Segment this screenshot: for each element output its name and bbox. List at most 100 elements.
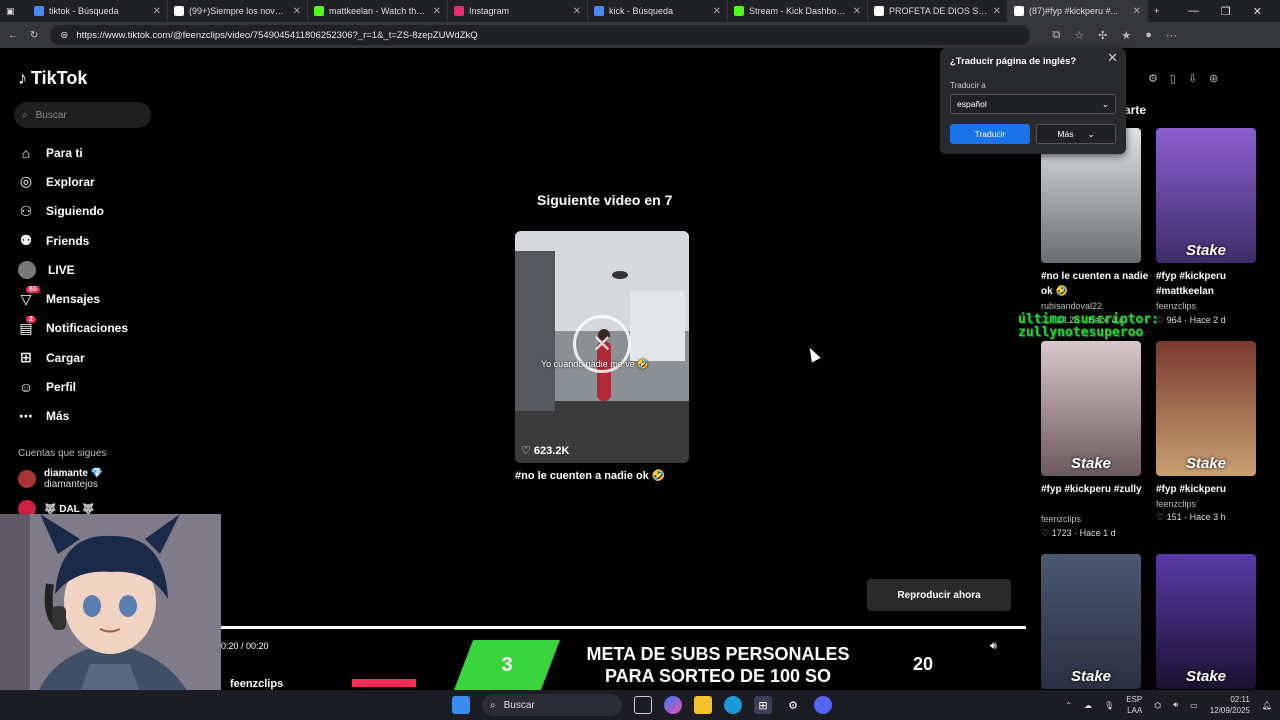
next-video-countdown: Siguiente video en 7 <box>537 192 673 208</box>
gear-icon[interactable]: ⚙ <box>1148 72 1158 85</box>
related-video-author[interactable]: feenzclips <box>1041 514 1081 524</box>
notifications-icon: ▤ <box>19 319 33 336</box>
site-info-icon[interactable]: ⊜ <box>60 30 68 41</box>
sidebar-item-mas[interactable]: ⋯ Más <box>18 402 148 431</box>
url-field[interactable]: ⊜ https://www.tiktok.com/@feenzclips/vid… <box>50 25 1031 45</box>
phone-icon[interactable]: ▯ <box>1170 72 1176 85</box>
store-icon[interactable]: ⊞ <box>754 696 772 714</box>
browser-tab-0[interactable]: tiktok - Búsqueda ✕ <box>28 0 168 22</box>
tab-close-icon[interactable]: ✕ <box>573 6 581 17</box>
profile-avatar-icon[interactable]: ● <box>1145 29 1152 42</box>
sidebar-item-perfil[interactable]: ☺ Perfil <box>18 372 148 401</box>
related-video-thumbnail-2[interactable]: Stake <box>1041 341 1141 476</box>
tab-close-icon[interactable]: ✕ <box>153 6 161 17</box>
sidebar-item-friends[interactable]: ⚉ Friends <box>18 226 148 255</box>
related-video-thumbnail-1[interactable]: Stake <box>1156 128 1256 263</box>
related-video-thumbnail-5[interactable]: Stake <box>1156 554 1256 689</box>
search-input[interactable]: ⌕ Buscar <box>14 102 151 128</box>
browser-tab-1[interactable]: (99+)Siempre los novelero... ✕ <box>168 0 308 22</box>
network-icon[interactable]: ⌬ <box>1154 701 1161 710</box>
next-video-caption[interactable]: #no le cuenten a nadie ok 🤣 <box>515 469 666 482</box>
file-explorer-icon[interactable] <box>694 696 712 714</box>
browser-tab-7[interactable]: (87)#fyp #kickperu #... ✕ <box>1008 0 1148 22</box>
follow-strip[interactable] <box>352 679 416 687</box>
translate-button[interactable]: Traducir <box>950 124 1030 144</box>
extensions-icon[interactable]: ✣ <box>1098 29 1107 42</box>
volume-icon[interactable]: 🔊︎ <box>1173 700 1178 710</box>
reload-icon[interactable]: ↻ <box>30 30 38 41</box>
sidebar-item-explorar[interactable]: ◎ Explorar <box>18 167 148 196</box>
sidebar-item-para-ti[interactable]: ⌂ Para ti <box>18 138 148 167</box>
sidebar-item-notificaciones[interactable]: ▤ 2 Notificaciones <box>18 314 148 343</box>
play-now-button[interactable]: Reproducir ahora <box>867 579 1011 611</box>
browser-tab-4[interactable]: kick - Búsqueda ✕ <box>588 0 728 22</box>
tab-title: mattkeelan - Watch the VO... <box>329 6 428 16</box>
target-icon[interactable]: ⊛ <box>1209 72 1218 85</box>
favorites-icon[interactable]: ★ <box>1121 29 1131 42</box>
related-video-stats: ♡ 151 · Hace 3 h <box>1156 512 1226 522</box>
following-section-title: Cuentas que sigues <box>18 448 107 459</box>
volume-icon[interactable]: 🔊︎ <box>990 640 997 653</box>
browser-tab-2[interactable]: mattkeelan - Watch the VO... ✕ <box>308 0 448 22</box>
following-account-0[interactable]: diamante 💎 diamantejos <box>18 468 103 490</box>
video-progress-bar[interactable] <box>221 626 1026 629</box>
window-menu-button[interactable]: ▣ <box>0 0 28 22</box>
windows-start-icon[interactable] <box>452 696 470 714</box>
tab-close-icon[interactable]: ✕ <box>433 6 441 17</box>
sidebar-item-siguiendo[interactable]: ⚇ Siguiendo <box>18 197 148 226</box>
next-video-thumbnail[interactable]: ✕ Yo cuando nadie me ve 🤣 ♡ 623.2K <box>515 231 689 463</box>
browser-tab-3[interactable]: Instagram ✕ <box>448 0 588 22</box>
related-video-author[interactable]: feenzclips <box>1156 499 1196 509</box>
close-icon[interactable]: ✕ <box>1107 50 1118 66</box>
tab-close-icon[interactable]: ✕ <box>853 6 861 17</box>
notifications-bell-icon[interactable]: 🔔︎ <box>1262 701 1272 710</box>
new-tab-button[interactable]: + <box>1148 0 1172 22</box>
sidebar-nav: ⌂ Para ti ◎ Explorar ⚇ Siguiendo ⚉ Friends L… <box>18 138 148 431</box>
copilot-icon[interactable] <box>664 696 682 714</box>
translate-title: ¿Traducir página de inglés? <box>950 56 1077 67</box>
more-options-button[interactable]: Más ⌄ <box>1036 124 1116 144</box>
tab-close-icon[interactable]: ✕ <box>993 6 1001 17</box>
minimize-icon[interactable]: — <box>1188 5 1199 18</box>
sidebar-item-live[interactable]: LIVE <box>18 255 148 284</box>
language-indicator[interactable]: ESP LAA <box>1126 694 1142 716</box>
download-icon[interactable]: ⇩ <box>1188 72 1197 85</box>
sidebar-item-mensajes[interactable]: ▽ 65 Mensajes <box>18 284 148 313</box>
browser-tab-5[interactable]: Stream - Kick Dashboa... ✕ <box>728 0 868 22</box>
video-author[interactable]: feenzclips <box>230 678 283 690</box>
related-video-caption[interactable]: #fyp #kickperu #zully <box>1041 482 1151 497</box>
related-video-thumbnail-4[interactable]: Stake <box>1041 554 1141 689</box>
screen: ▣ tiktok - Búsqueda ✕ (99+)Siempre los no… <box>0 0 1280 720</box>
language-select[interactable]: español ⌄ <box>950 94 1116 114</box>
related-video-caption[interactable]: #no le cuenten a nadie ok 🤣 <box>1041 269 1151 299</box>
tab-close-icon[interactable]: ✕ <box>713 6 721 17</box>
bookmark-star-icon[interactable]: ☆ <box>1074 29 1084 42</box>
related-video-thumbnail-3[interactable]: Stake <box>1156 341 1256 476</box>
onedrive-icon[interactable]: ☁ <box>1084 701 1092 710</box>
related-video-author[interactable]: feenzclips <box>1156 301 1196 311</box>
translate-icon[interactable]: ⧉ <box>1052 29 1060 42</box>
related-video-caption[interactable]: #fyp #kickperu <box>1156 482 1266 497</box>
tiktok-logo[interactable]: ♪ TikTok <box>18 68 87 89</box>
related-video-caption[interactable]: #fyp #kickperu #mattkeelan <box>1156 269 1266 299</box>
tab-close-icon[interactable]: ✕ <box>293 6 301 17</box>
tab-close-icon[interactable]: ✕ <box>1133 6 1141 17</box>
maximize-icon[interactable]: ❐ <box>1221 5 1231 18</box>
settings-icon[interactable]: ⚙ <box>784 696 802 714</box>
battery-icon[interactable]: ▭ <box>1190 701 1198 710</box>
sidebar-item-cargar[interactable]: ⊞ Cargar <box>18 343 148 372</box>
back-icon[interactable]: ← <box>8 30 18 41</box>
chevron-up-icon[interactable]: ⌃ <box>1065 701 1072 710</box>
edge-browser-icon[interactable] <box>724 696 742 714</box>
taskbar-search[interactable]: ⌕ Buscar <box>482 694 622 716</box>
menu-dots-icon[interactable]: ⋯ <box>1166 29 1177 42</box>
close-window-icon[interactable]: ✕ <box>1253 5 1262 18</box>
browser-tab-6[interactable]: PROFETA DE DIOS SIENPRE... ✕ <box>868 0 1008 22</box>
tab-favicon-icon <box>1014 6 1024 16</box>
microphone-icon[interactable]: 🎙︎ <box>1104 701 1114 710</box>
clock[interactable]: 02:11 12/09/2025 <box>1210 694 1250 716</box>
related-video-author[interactable]: rubisandoval22 <box>1041 301 1102 311</box>
compass-icon: ◎ <box>19 173 33 190</box>
discord-icon[interactable] <box>814 696 832 714</box>
task-view-icon[interactable] <box>634 696 652 714</box>
